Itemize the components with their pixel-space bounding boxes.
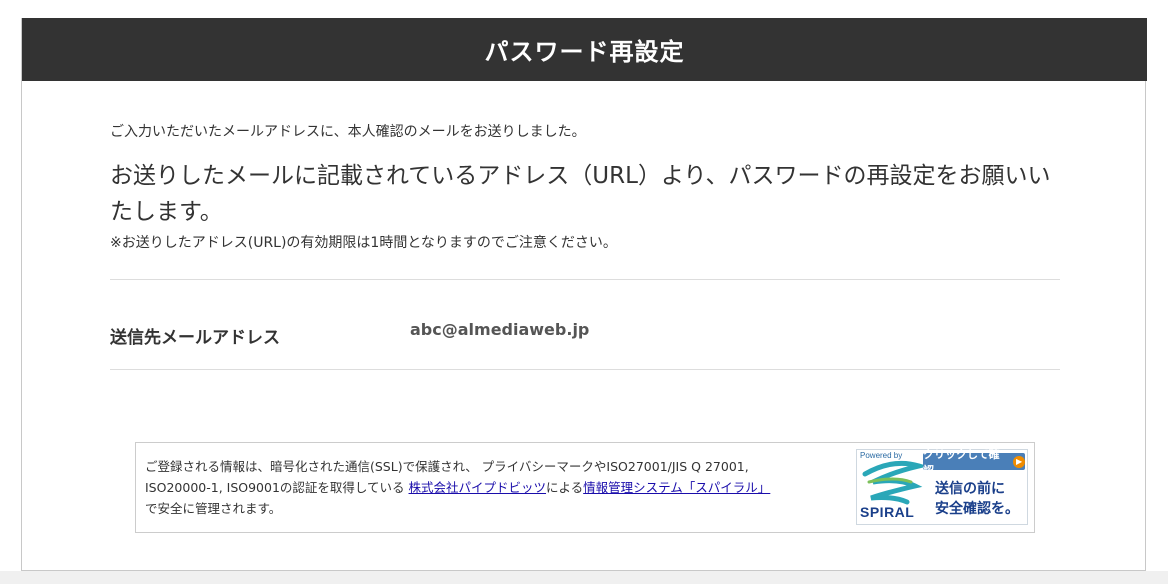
recipient-label: 送信先メールアドレス (110, 328, 280, 348)
security-notice: ご登録される情報は、暗号化された通信(SSL)で保護され、 プライバシーマークや… (135, 442, 1035, 533)
reset-card: パスワード再設定 ご入力いただいたメールアドレスに、本人確認のメールをお送りしま… (21, 18, 1147, 571)
security-line-2-mid: による (546, 480, 584, 495)
recipient-email: abc@almediaweb.jp (410, 320, 590, 339)
page-header: パスワード再設定 (22, 18, 1147, 81)
page-title: パスワード再設定 (484, 38, 685, 66)
divider-bottom (110, 369, 1060, 370)
security-line-1: ご登録される情報は、暗号化された通信(SSL)で保護され、 プライバシーマークや… (145, 459, 749, 474)
powered-by-text: Powered by (860, 451, 903, 460)
main-message: お送りしたメールに記載されているアドレス（URL）より、パスワードの再設定をお願… (110, 163, 1051, 225)
expiry-note: ※お送りしたアドレス(URL)の有効期限は1時間となりますのでご注意ください。 (110, 235, 617, 251)
security-line-2-prefix: ISO20000-1, ISO9001の認証を取得している (145, 480, 409, 495)
page-footer-bg (0, 571, 1168, 584)
lead-message: ご入力いただいたメールアドレスに、本人確認のメールをお送りしました。 (110, 124, 586, 140)
divider-top (110, 279, 1060, 280)
security-text: ご登録される情報は、暗号化された通信(SSL)で保護され、 プライバシーマークや… (145, 456, 845, 519)
spiral-security-badge[interactable]: Powered by SPIRAL クリックして確認 ▶ 送信の前に 安全確認を… (856, 448, 1028, 525)
play-arrow-icon: ▶ (1013, 455, 1025, 468)
click-label: クリックして確認 (923, 447, 1000, 477)
spiral-brand: SPIRAL (860, 504, 915, 520)
badge-text-2: 安全確認を。 (935, 501, 1019, 517)
top-strip (0, 0, 1168, 18)
badge-text-1: 送信の前に (935, 481, 1005, 497)
security-line-3: で安全に管理されます。 (145, 501, 282, 516)
company-link[interactable]: 株式会社パイプドビッツ (409, 480, 547, 495)
click-to-verify-button[interactable]: クリックして確認 ▶ (923, 448, 1025, 477)
spiral-system-link[interactable]: 情報管理システム「スパイラル」 (583, 480, 770, 495)
